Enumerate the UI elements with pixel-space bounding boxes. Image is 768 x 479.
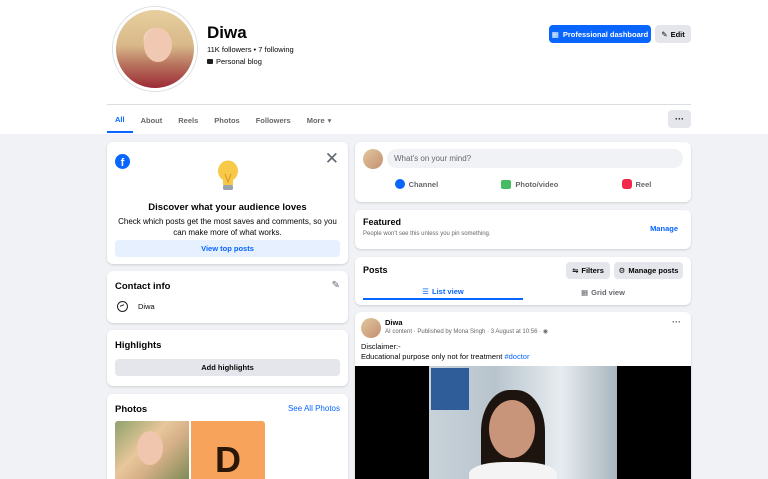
list-view-label: List view (432, 286, 464, 296)
avatar[interactable] (361, 318, 381, 338)
reel-label: Reel (635, 179, 652, 189)
channel-icon (394, 179, 405, 189)
post-image-content (429, 366, 617, 479)
globe-icon: ◉ (542, 329, 549, 335)
discover-card: f ✕ Discover what your audience loves Ch… (107, 142, 348, 264)
tab-all[interactable]: All (107, 107, 133, 133)
status-input[interactable]: What's on your mind? (387, 149, 683, 168)
profile-name: Diwa (207, 23, 247, 42)
caret-down-icon: ▾ (327, 115, 332, 125)
briefcase-icon (207, 59, 213, 64)
hashtag-link[interactable]: #doctor (504, 352, 529, 361)
contact-info-title: Contact info (115, 281, 171, 292)
manage-posts-label: Manage posts (628, 266, 679, 275)
composer-actions: Channel Photo/video Reel (363, 179, 683, 189)
photo-icon (501, 179, 512, 189)
see-all-photos-link[interactable]: See All Photos (288, 404, 340, 413)
grid-view-label: Grid view (591, 287, 625, 297)
edit-pencil-icon[interactable]: ✎ (332, 280, 340, 291)
tab-reels[interactable]: Reels (170, 107, 206, 133)
tab-more[interactable]: More ▾ (299, 107, 340, 133)
post-text-line: Disclaimer:- (361, 342, 401, 351)
view-top-posts-button[interactable]: View top posts (115, 240, 340, 257)
photo-video-button[interactable]: Photo/video (501, 179, 558, 189)
discover-title: Discover what your audience loves (148, 202, 307, 213)
featured-subtitle: People won't see this unless you pin som… (363, 231, 491, 237)
post-card: Diwa AI content · Published by Mona Sing… (355, 312, 691, 479)
reel-icon (621, 179, 632, 189)
tab-photos[interactable]: Photos (206, 107, 247, 133)
filters-icon: ⇋ (572, 266, 579, 275)
channel-label: Channel (408, 179, 439, 189)
filters-label: Filters (581, 266, 604, 275)
post-text: Educational purpose only not for treatme… (361, 352, 503, 361)
contact-name: Diwa (138, 302, 155, 311)
contact-row[interactable]: Diwa (117, 301, 155, 312)
filters-button[interactable]: ⇋ Filters (566, 262, 610, 279)
photo-video-label: Photo/video (515, 179, 559, 189)
profile-header: Diwa 11K followers • 7 following Persona… (0, 0, 768, 134)
featured-card: Featured People won't see this unless yo… (355, 210, 691, 249)
tab-list-view[interactable]: ☰ List view (363, 284, 523, 300)
list-icon: ☰ (422, 286, 430, 296)
post-meta: AI content · Published by Mona Singh · 3… (385, 328, 548, 335)
messenger-icon (117, 301, 128, 312)
grid-icon: ▦ (581, 287, 589, 297)
close-icon[interactable]: ✕ (325, 150, 339, 167)
post-meta-text: AI content · Published by Mona Singh · 3… (385, 329, 542, 335)
discover-description: Check which posts get the most saves and… (118, 217, 337, 237)
tabs-divider (107, 104, 691, 105)
profile-stats[interactable]: 11K followers • 7 following (207, 45, 294, 54)
professional-dashboard-button[interactable]: ▦ Professional dashboard (549, 25, 651, 43)
highlights-title: Highlights (115, 340, 162, 351)
channel-button[interactable]: Channel (394, 179, 439, 189)
photos-card: Photos See All Photos D (107, 394, 348, 479)
post-options-button[interactable]: ··· (672, 317, 681, 327)
featured-title: Featured (363, 217, 402, 227)
tab-more-label: More (306, 115, 325, 125)
manage-featured-link[interactable]: Manage (650, 224, 678, 233)
post-text-line: Educational purpose only not for treatme… (361, 352, 529, 361)
posts-card: Posts ⇋ Filters ⚙ Manage posts ☰ List vi… (355, 257, 691, 305)
avatar[interactable] (363, 149, 383, 169)
image-coat (469, 462, 557, 479)
profile-avatar[interactable] (113, 7, 197, 91)
profile-tabs: All About Reels Photos Followers More ▾ (107, 106, 339, 134)
chart-icon: ▦ (551, 29, 559, 39)
gear-icon: ⚙ (618, 266, 626, 275)
photo-thumbnail-letter[interactable]: D (191, 421, 265, 479)
add-highlights-button[interactable]: Add highlights (115, 359, 340, 376)
facebook-logo-icon: f (115, 154, 130, 169)
edit-label: Edit (670, 29, 685, 39)
contact-info-card: Contact info ✎ Diwa (107, 271, 348, 323)
profile-category-label: Personal blog (216, 57, 262, 66)
manage-posts-button[interactable]: ⚙ Manage posts (614, 262, 683, 279)
tab-grid-view[interactable]: ▦ Grid view (523, 284, 683, 300)
more-options-button[interactable]: ··· (668, 110, 691, 128)
posts-title: Posts (363, 265, 388, 275)
professional-dashboard-label: Professional dashboard (562, 29, 649, 39)
highlights-card: Highlights Add highlights (107, 330, 348, 386)
post-author[interactable]: Diwa (385, 318, 403, 327)
tab-followers[interactable]: Followers (248, 107, 299, 133)
lightbulb-icon (218, 160, 238, 190)
image-face (489, 400, 535, 458)
composer-card: What's on your mind? Channel Photo/video… (355, 142, 691, 202)
profile-category: Personal blog (207, 57, 262, 66)
reel-button[interactable]: Reel (621, 179, 652, 189)
edit-button[interactable]: ✎ Edit (655, 25, 691, 43)
photos-title: Photos (115, 404, 148, 415)
hospital-sign (431, 368, 469, 410)
post-image[interactable] (355, 366, 691, 479)
tab-about[interactable]: About (133, 107, 171, 133)
photo-thumbnail[interactable] (115, 421, 189, 479)
pencil-icon: ✎ (661, 29, 668, 39)
